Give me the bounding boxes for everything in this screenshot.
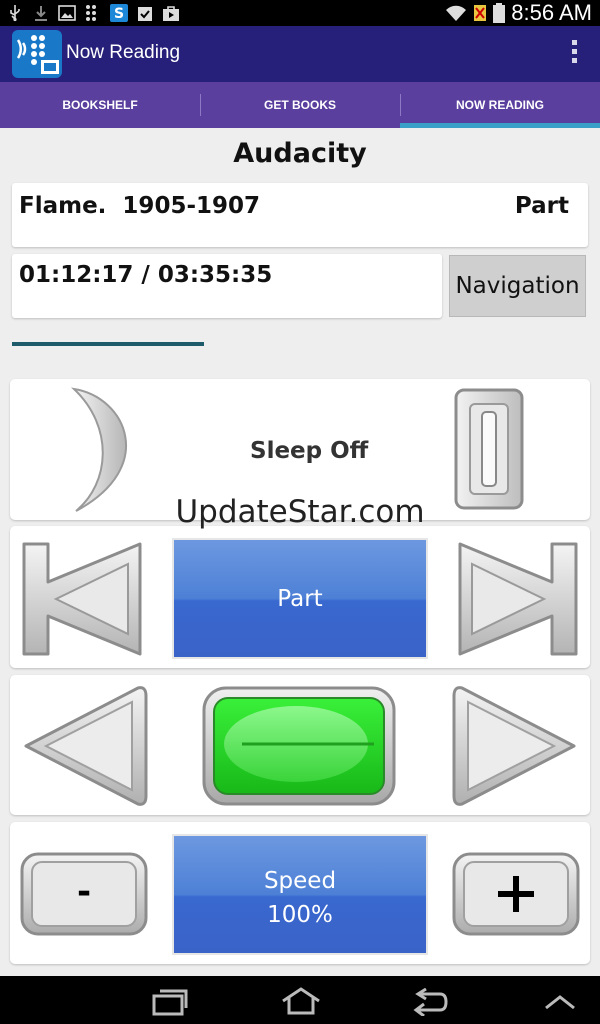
s-app-icon: S <box>110 4 128 22</box>
usb-icon <box>10 5 20 22</box>
next-part-icon[interactable] <box>454 540 580 658</box>
previous-part-icon[interactable] <box>20 540 146 658</box>
fast-forward-icon[interactable] <box>452 684 580 808</box>
chapter-card[interactable]: Flame. 1905-1907 Part <box>12 183 588 247</box>
overflow-menu-icon[interactable] <box>570 40 578 68</box>
book-title: Audacity <box>233 138 367 169</box>
home-icon[interactable] <box>280 986 322 1016</box>
tab-bar: BOOKSHELF GET BOOKS NOW READING <box>0 82 600 128</box>
speed-increase-icon[interactable] <box>452 852 580 936</box>
svg-text:S: S <box>114 6 124 22</box>
dots-icon <box>86 5 96 21</box>
play-button-icon[interactable] <box>202 686 396 806</box>
tab-now-reading[interactable]: NOW READING <box>400 82 600 128</box>
clock: 8:56 AM <box>511 0 592 25</box>
app-logo-icon[interactable] <box>12 30 62 78</box>
chevron-up-icon[interactable] <box>544 994 576 1010</box>
notification-icons: S <box>6 2 180 24</box>
system-icons: 8:56 AM <box>445 0 592 26</box>
battery-icon <box>493 3 506 23</box>
speed-decrease-button[interactable]: - <box>20 852 148 936</box>
progress-fill <box>12 342 204 346</box>
playback-time: 01:12:17 / 03:35:35 <box>19 262 273 288</box>
part-label: Part <box>514 193 569 219</box>
download-icon <box>35 6 47 21</box>
minus-label: - <box>76 872 92 912</box>
part-button[interactable]: Part <box>172 538 428 659</box>
speed-button[interactable]: Speed 100% <box>172 834 428 955</box>
tab-get-books[interactable]: GET BOOKS <box>200 82 400 128</box>
clipboard-check-icon <box>138 7 152 21</box>
navigation-button[interactable]: Navigation <box>449 255 586 317</box>
back-icon[interactable] <box>412 988 448 1016</box>
no-sim-icon <box>474 5 487 21</box>
image-icon <box>58 5 76 21</box>
speed-value: 100% <box>267 902 333 928</box>
app-title: Now Reading <box>66 42 181 63</box>
status-bar: S 8:56 AM <box>0 0 600 26</box>
chapter-title: Flame. 1905-1907 <box>19 193 261 219</box>
app-bar: Now Reading <box>0 26 600 82</box>
wifi-icon <box>446 5 467 21</box>
watermark: UpdateStar.com <box>175 494 425 530</box>
system-nav-bar <box>0 976 600 1024</box>
shopping-bag-icon <box>163 6 179 21</box>
speed-label: Speed <box>263 868 337 894</box>
playback-progress[interactable] <box>12 342 588 346</box>
rewind-icon[interactable] <box>20 684 148 808</box>
tab-bookshelf[interactable]: BOOKSHELF <box>0 82 200 128</box>
sleep-status: Sleep Off <box>250 438 369 464</box>
time-card: 01:12:17 / 03:35:35 <box>12 254 442 318</box>
recent-apps-icon[interactable] <box>152 988 188 1016</box>
